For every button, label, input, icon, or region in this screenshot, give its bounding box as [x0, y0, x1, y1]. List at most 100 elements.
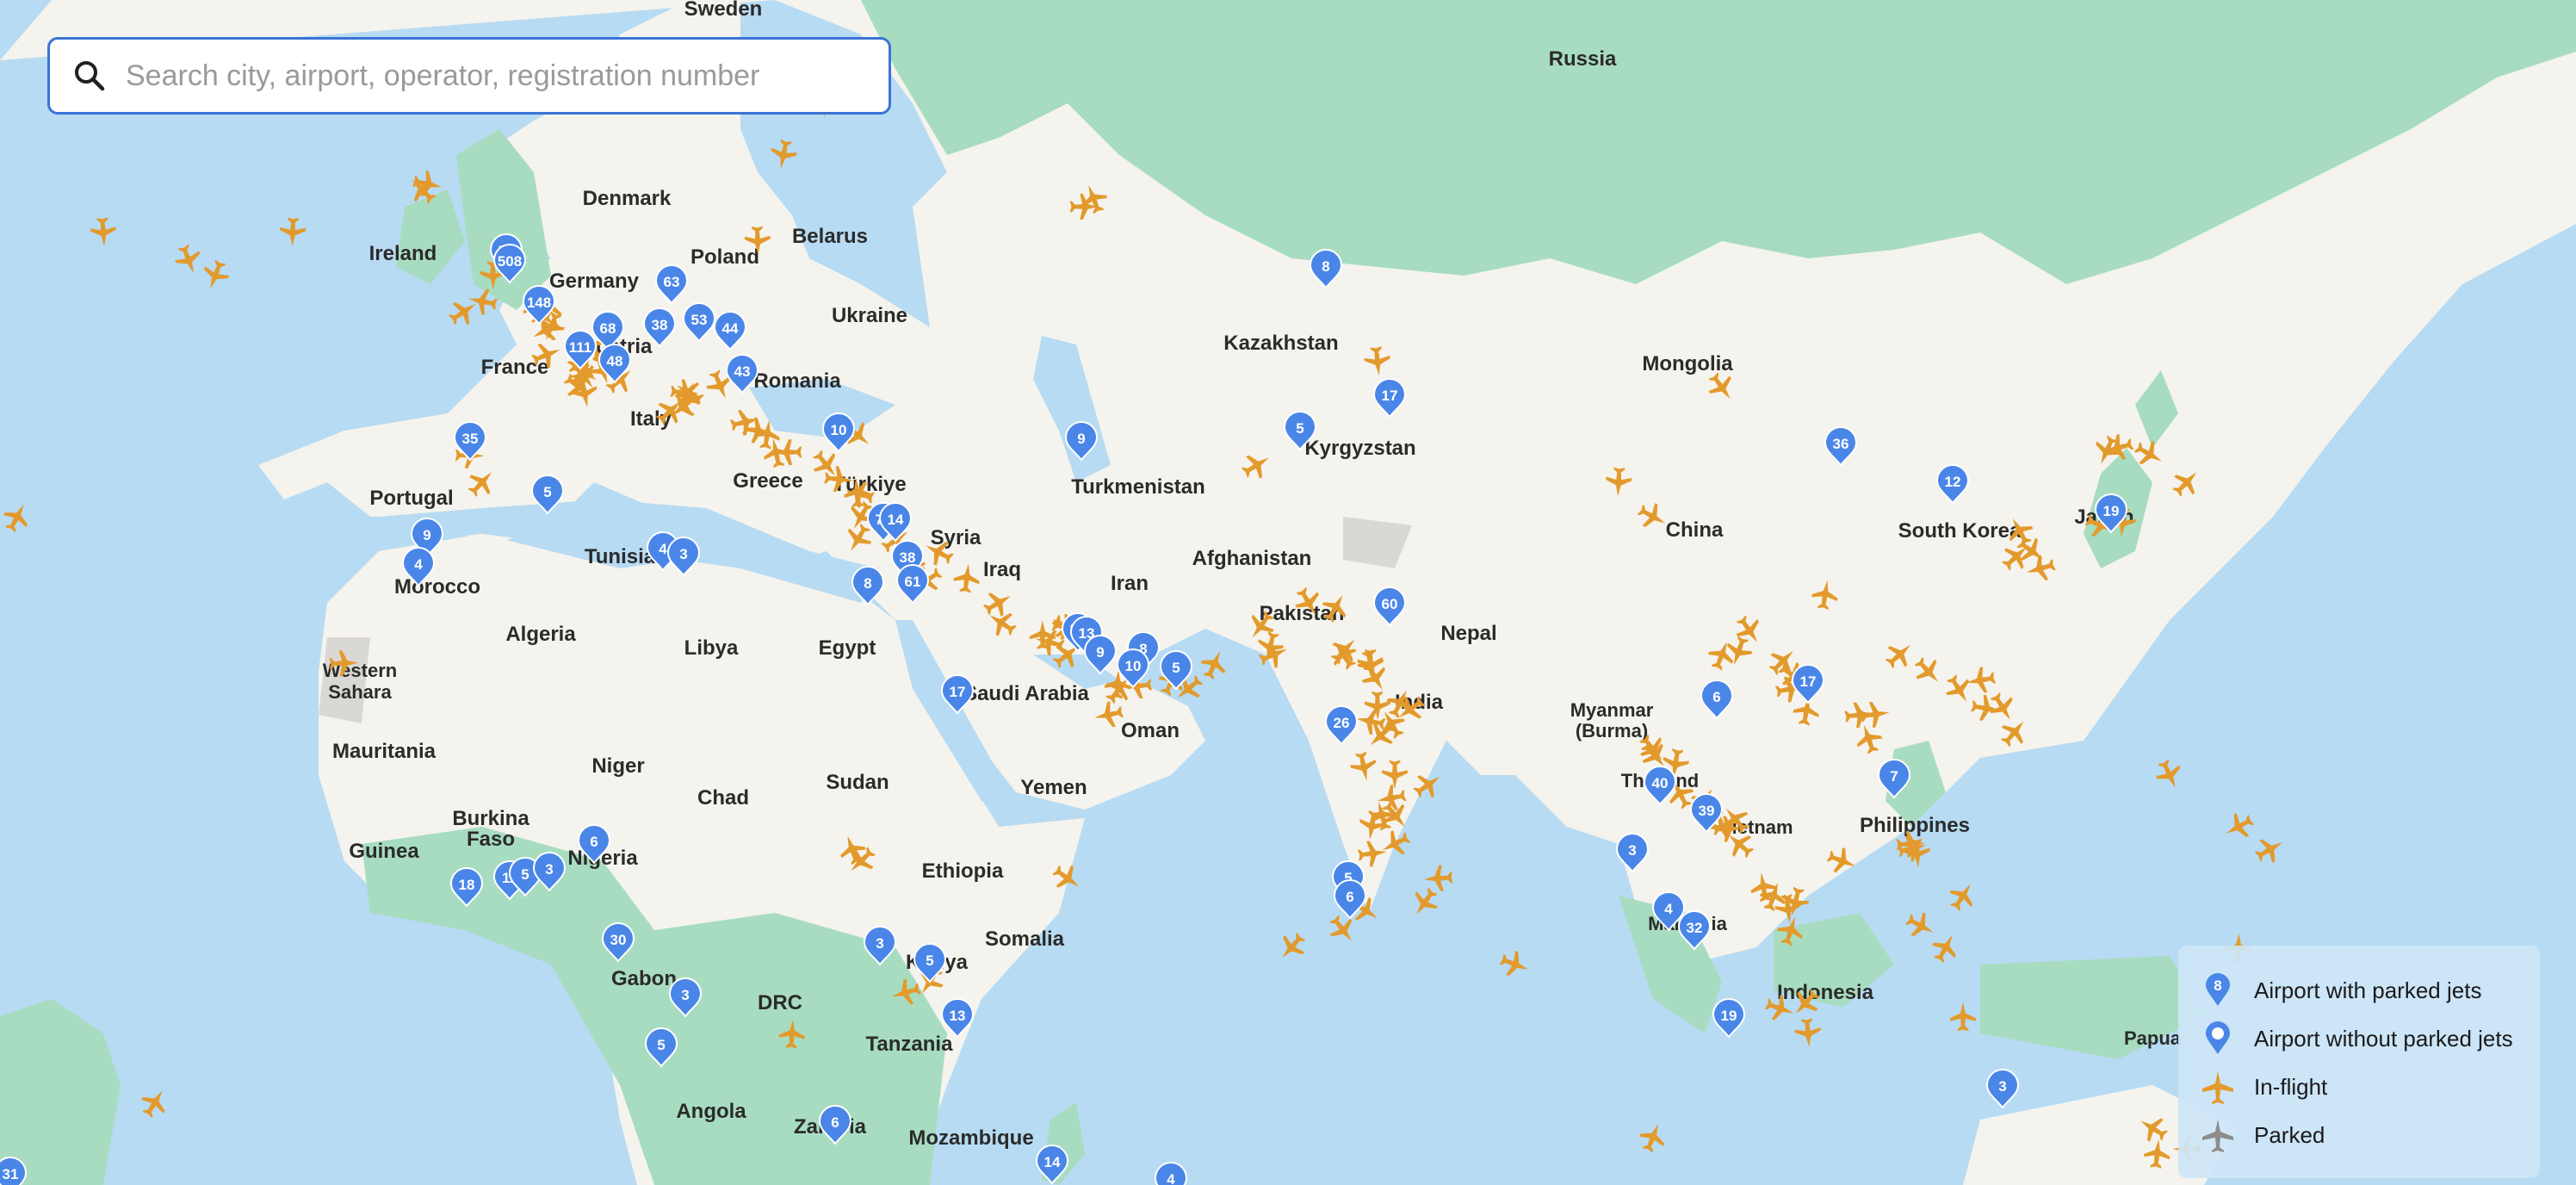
country-label: Algeria	[505, 623, 576, 646]
legend-item-airport-parked: 8 Airport with parked jets	[2199, 966, 2519, 1014]
airport-count: 17	[1800, 673, 1817, 690]
airport-count: 60	[1382, 596, 1398, 612]
airport-count: 508	[498, 253, 522, 270]
legend-item-airport-empty: Airport without parked jets	[2199, 1014, 2519, 1063]
airport-count: 12	[1945, 474, 1961, 490]
country-label: Gabon	[611, 967, 677, 990]
airport-count: 14	[888, 512, 904, 528]
country-label: Burkina	[452, 807, 529, 830]
airport-pin-filled-icon: 8	[2206, 973, 2230, 1006]
airport-count: 3	[681, 987, 689, 1003]
airport-count: 17	[1382, 388, 1398, 404]
airport-count: 19	[1721, 1008, 1737, 1024]
airport-count: 61	[905, 574, 921, 590]
airport-count: 9	[1096, 644, 1104, 661]
airport-count: 68	[600, 320, 616, 337]
country-label: Ethiopia	[922, 859, 1004, 883]
country-label: Oman	[1121, 719, 1180, 742]
airport-count: 5	[543, 484, 551, 500]
airport-count: 10	[831, 422, 847, 438]
airport-pin[interactable]: 31	[0, 1157, 28, 1185]
country-label: Kazakhstan	[1223, 332, 1338, 355]
country-label: Portugal	[369, 487, 453, 510]
airport-count: 3	[545, 861, 553, 878]
legend-label: Airport with parked jets	[2254, 977, 2482, 1003]
airport-count: 4	[414, 556, 423, 573]
search-box[interactable]	[47, 37, 891, 115]
airport-count: 7	[1890, 768, 1898, 785]
plane-parked-icon	[2202, 1120, 2233, 1152]
airport-count: 19	[2103, 503, 2120, 519]
legend-parked-count: 8	[2214, 977, 2221, 994]
airport-count: 6	[1712, 689, 1720, 705]
country-label: Sweden	[684, 0, 763, 21]
airport-count: 63	[664, 274, 680, 290]
country-label: Nepal	[1440, 622, 1496, 645]
airport-count: 5	[521, 866, 529, 883]
country-label: Türkiye	[833, 473, 906, 496]
airport-count: 38	[900, 549, 916, 566]
airport-count: 3	[1628, 842, 1636, 859]
country-label: Mongolia	[1642, 352, 1733, 375]
country-label: Philippines	[1860, 814, 1970, 837]
country-label: Ukraine	[832, 304, 907, 327]
airport-count: 3	[876, 935, 883, 952]
airport-count: 44	[722, 320, 739, 337]
airport-count: 3	[679, 546, 687, 562]
airport-count: 8	[1322, 258, 1329, 275]
airport-count: 6	[590, 834, 598, 850]
airport-count: 17	[950, 684, 966, 700]
country-label: Denmark	[583, 187, 672, 210]
country-label: Guinea	[349, 840, 419, 863]
country-label: Faso	[467, 828, 515, 851]
country-label: Indonesia	[1777, 981, 1874, 1004]
airport-count: 53	[691, 312, 708, 328]
country-label: Sahara	[328, 681, 392, 703]
country-label: Mauritania	[332, 740, 437, 763]
country-label: Belarus	[792, 225, 868, 248]
country-label: Turkmenistan	[1071, 475, 1205, 499]
country-label: Poland	[690, 245, 759, 269]
airport-count: 13	[950, 1008, 966, 1024]
map-legend: 8 Airport with parked jets Airport witho…	[2178, 946, 2540, 1178]
airport-count: 6	[831, 1114, 839, 1131]
country-label: Papua	[2124, 1027, 2182, 1049]
country-label: Italy	[630, 407, 672, 431]
country-label: Russia	[1549, 47, 1617, 71]
airport-count: 36	[1833, 436, 1849, 452]
plane-inflight-icon	[2202, 1071, 2233, 1104]
country-label: China	[1666, 518, 1724, 542]
country-label: Mozambique	[908, 1126, 1033, 1150]
airport-count: 18	[459, 877, 475, 893]
country-label: Syria	[931, 526, 981, 549]
legend-item-parked: Parked	[2199, 1111, 2519, 1159]
airport-count: 31	[3, 1166, 19, 1182]
country-label: Iraq	[983, 558, 1021, 581]
airport-count: 32	[1687, 920, 1703, 936]
airport-count: 111	[569, 339, 592, 356]
country-label: DRC	[758, 991, 802, 1014]
country-label: Niger	[591, 754, 644, 778]
airport-count: 30	[610, 932, 627, 948]
airport-count: 5	[657, 1037, 665, 1053]
country-label: Romania	[753, 369, 841, 393]
airport-count: 5	[926, 952, 933, 969]
legend-label: In-flight	[2254, 1073, 2328, 1100]
country-label: (Burma)	[1576, 720, 1648, 741]
country-label: Egypt	[819, 636, 876, 660]
country-label: Iran	[1111, 572, 1149, 595]
country-label: Myanmar	[1570, 699, 1654, 721]
search-input[interactable]	[124, 58, 889, 94]
airport-count: 43	[734, 363, 751, 380]
airport-count: 39	[1699, 803, 1715, 819]
airport-count: 48	[607, 353, 623, 369]
airport-count: 40	[1652, 775, 1669, 791]
country-label: Saudi Arabia	[963, 682, 1089, 705]
search-icon	[71, 57, 108, 95]
airport-count: 3	[1998, 1078, 2006, 1095]
airport-count: 4	[1167, 1171, 1175, 1185]
airport-pin-empty-icon	[2206, 1021, 2230, 1054]
airport-count: 5	[1172, 660, 1180, 676]
airport-count: 10	[1125, 658, 1142, 674]
airport-pin[interactable]: 4	[1154, 1162, 1188, 1185]
